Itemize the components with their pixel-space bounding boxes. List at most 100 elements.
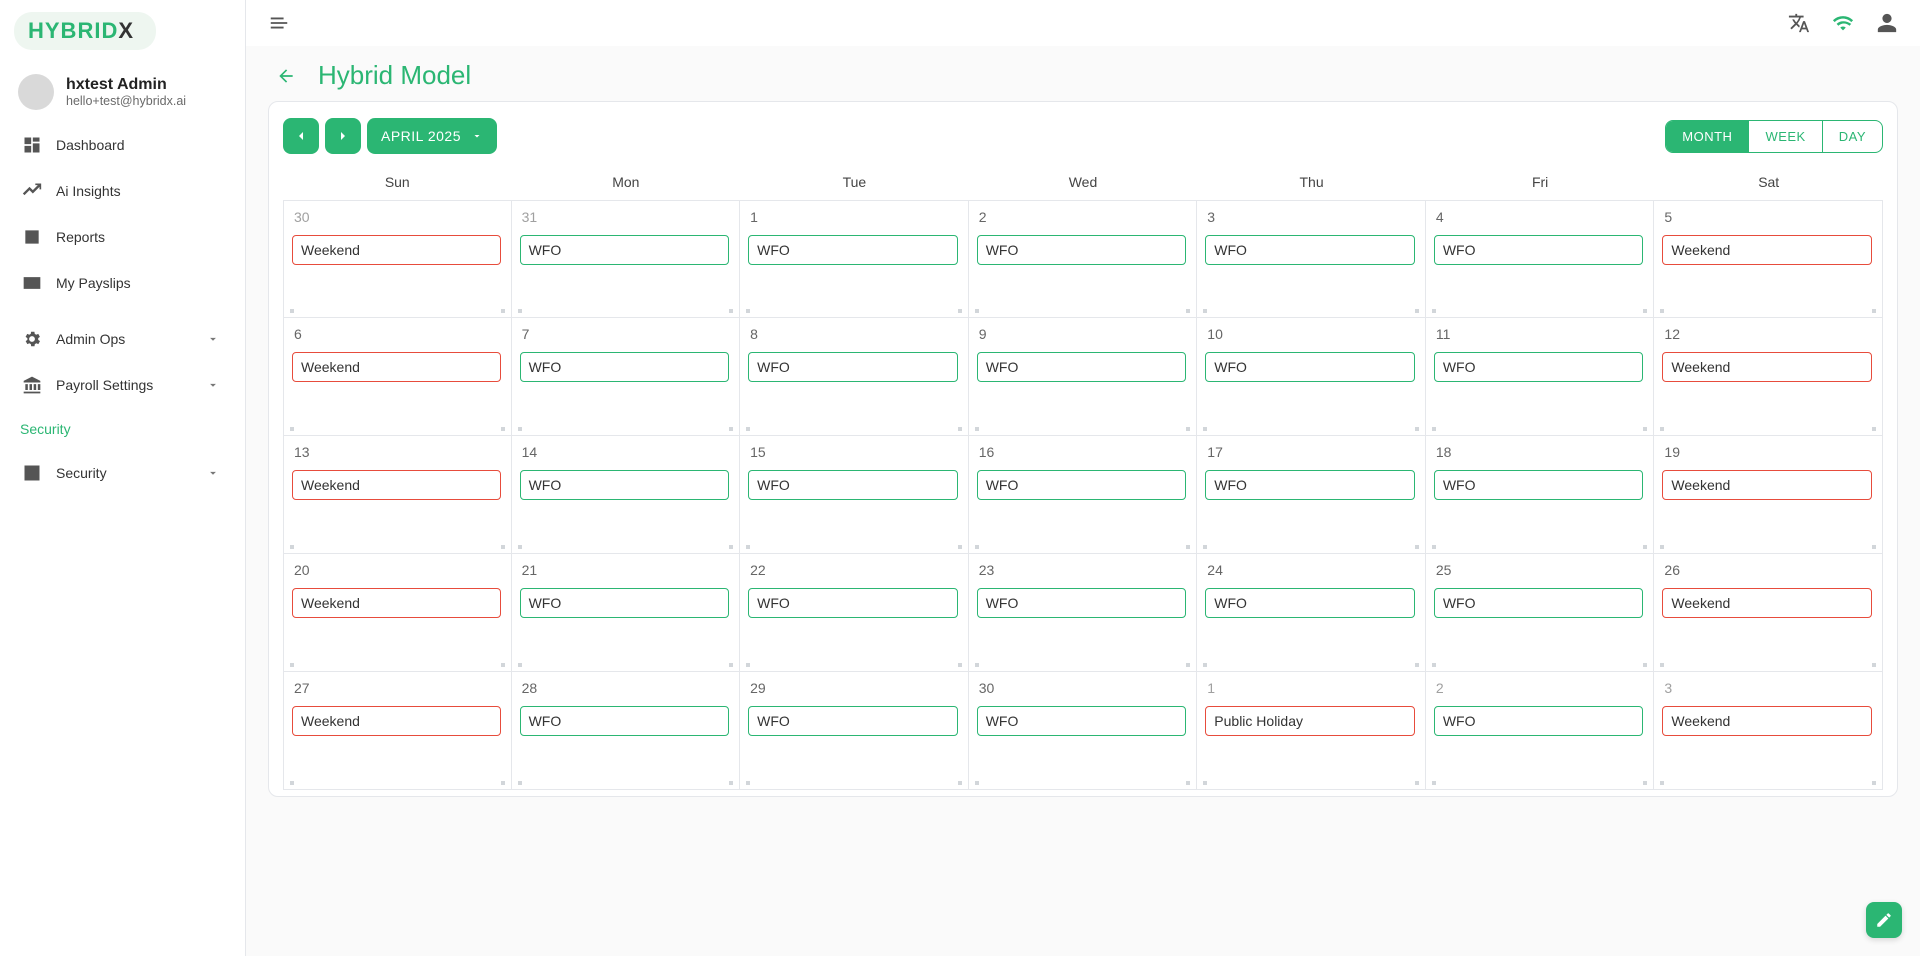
account-icon[interactable] (1876, 12, 1898, 34)
cell-resize-handle (746, 663, 962, 669)
calendar-cell[interactable]: 30Weekend (283, 200, 512, 318)
sidebar-item-ai-insights-1[interactable]: Ai Insights (14, 170, 231, 212)
sidebar-item-security-7[interactable]: Security (14, 452, 231, 494)
calendar-cell[interactable]: 16WFO (969, 436, 1198, 554)
calendar-cell[interactable]: 3 Weekend (1654, 672, 1883, 790)
calendar-event[interactable]: Weekend (1662, 470, 1872, 500)
day-number: 19 (1664, 444, 1874, 460)
next-month-button[interactable] (325, 118, 361, 154)
user-block[interactable]: hxtest Admin hello+test@hybridx.ai (18, 74, 227, 110)
calendar-event[interactable]: Weekend (292, 470, 501, 500)
calendar-cell[interactable]: 17WFO (1197, 436, 1426, 554)
calendar-event[interactable]: Weekend (1662, 706, 1872, 736)
language-icon[interactable] (1788, 12, 1810, 34)
calendar-cell[interactable]: 2 WFO (1426, 672, 1655, 790)
calendar-event[interactable]: Weekend (292, 352, 501, 382)
calendar-cell[interactable]: 25WFO (1426, 554, 1655, 672)
calendar-event[interactable]: WFO (1205, 588, 1415, 618)
calendar-cell[interactable]: 2WFO (969, 200, 1198, 318)
calendar-event[interactable]: WFO (977, 470, 1187, 500)
calendar-event[interactable]: Public Holiday (1205, 706, 1415, 736)
calendar-cell[interactable]: 11WFO (1426, 318, 1655, 436)
calendar-event[interactable]: WFO (520, 588, 730, 618)
calendar-event[interactable]: WFO (520, 470, 730, 500)
view-day[interactable]: DAY (1822, 121, 1882, 152)
calendar-cell[interactable]: 20Weekend (283, 554, 512, 672)
edit-fab[interactable] (1866, 902, 1902, 938)
menu-toggle-icon[interactable] (268, 12, 290, 34)
calendar-event[interactable]: WFO (748, 588, 958, 618)
prev-month-button[interactable] (283, 118, 319, 154)
sidebar-item-dashboard-0[interactable]: Dashboard (14, 124, 231, 166)
calendar-cell[interactable]: 24WFO (1197, 554, 1426, 672)
day-number: 15 (750, 444, 960, 460)
calendar-cell[interactable]: 1Public Holiday (1197, 672, 1426, 790)
calendar-event[interactable]: Weekend (1662, 352, 1872, 382)
view-month[interactable]: MONTH (1666, 121, 1748, 152)
calendar-event[interactable]: WFO (1205, 470, 1415, 500)
calendar-cell[interactable]: 10WFO (1197, 318, 1426, 436)
calendar-event[interactable]: WFO (1205, 235, 1415, 265)
brand-badge[interactable]: HYBRIDX (14, 12, 156, 50)
calendar-event[interactable]: WFO (748, 352, 958, 382)
calendar-event[interactable]: WFO (1434, 706, 1644, 736)
calendar-event[interactable]: WFO (1205, 352, 1415, 382)
calendar-cell[interactable]: 8WFO (740, 318, 969, 436)
month-picker-button[interactable]: APRIL 2025 (367, 118, 497, 154)
calendar-cell[interactable]: 26Weekend (1654, 554, 1883, 672)
calendar-cell[interactable]: 7WFO (512, 318, 741, 436)
calendar-event[interactable]: WFO (748, 470, 958, 500)
calendar-cell[interactable]: 14WFO (512, 436, 741, 554)
day-number: 2 (1436, 680, 1646, 696)
calendar-event[interactable]: WFO (1434, 235, 1644, 265)
calendar-cell[interactable]: 29WFO (740, 672, 969, 790)
sidebar-item-reports-2[interactable]: Reports (14, 216, 231, 258)
calendar-event[interactable]: Weekend (1662, 588, 1872, 618)
calendar-cell[interactable]: 9WFO (969, 318, 1198, 436)
calendar-cell[interactable]: 31WFO (512, 200, 741, 318)
calendar-event[interactable]: Weekend (1662, 235, 1872, 265)
calendar-cell[interactable]: 19 Weekend (1654, 436, 1883, 554)
calendar-cell[interactable]: 30WFO (969, 672, 1198, 790)
calendar-event[interactable]: WFO (520, 352, 730, 382)
sidebar-item-label: Payroll Settings (56, 377, 189, 393)
calendar-cell[interactable]: 28WFO (512, 672, 741, 790)
sidebar-item-security-6[interactable]: Security (14, 410, 231, 448)
calendar-event[interactable]: WFO (1434, 470, 1644, 500)
calendar-event[interactable]: WFO (977, 352, 1187, 382)
calendar-cell[interactable]: 12Weekend (1654, 318, 1883, 436)
calendar-event[interactable]: WFO (1434, 352, 1644, 382)
calendar-cell[interactable]: 18WFO (1426, 436, 1655, 554)
weekday-header: Wed (969, 164, 1198, 200)
calendar-event[interactable]: WFO (977, 706, 1187, 736)
calendar-cell[interactable]: 15 WFO (740, 436, 969, 554)
calendar-event[interactable]: WFO (977, 588, 1187, 618)
calendar-event[interactable]: Weekend (292, 588, 501, 618)
back-button[interactable] (272, 62, 300, 90)
calendar-cell[interactable]: 13Weekend (283, 436, 512, 554)
calendar-event[interactable]: WFO (1434, 588, 1644, 618)
sidebar-item-my-payslips-3[interactable]: My Payslips (14, 262, 231, 304)
view-week[interactable]: WEEK (1748, 121, 1821, 152)
calendar-event[interactable]: WFO (748, 706, 958, 736)
sidebar-item-payroll-settings-5[interactable]: Payroll Settings (14, 364, 231, 406)
calendar-cell[interactable]: 3WFO (1197, 200, 1426, 318)
calendar-cell[interactable]: 27Weekend (283, 672, 512, 790)
calendar-cell[interactable]: 21WFO (512, 554, 741, 672)
calendar-event[interactable]: WFO (520, 706, 730, 736)
calendar-cell[interactable]: 22WFO (740, 554, 969, 672)
wifi-icon[interactable] (1832, 12, 1854, 34)
calendar-cell[interactable]: 1WFO (740, 200, 969, 318)
calendar-cell[interactable]: 4WFO (1426, 200, 1655, 318)
calendar-cell[interactable]: 6Weekend (283, 318, 512, 436)
cell-resize-handle (1660, 309, 1876, 315)
calendar-event[interactable]: Weekend (292, 235, 501, 265)
calendar-cell[interactable]: 5Weekend (1654, 200, 1883, 318)
calendar-event[interactable]: WFO (977, 235, 1187, 265)
calendar-cell[interactable]: 23WFO (969, 554, 1198, 672)
calendar-event[interactable]: Weekend (292, 706, 501, 736)
calendar-event[interactable]: WFO (748, 235, 958, 265)
calendar-event[interactable]: WFO (520, 235, 730, 265)
sidebar-item-admin-ops-4[interactable]: Admin Ops (14, 318, 231, 360)
day-number: 3 (1664, 680, 1874, 696)
